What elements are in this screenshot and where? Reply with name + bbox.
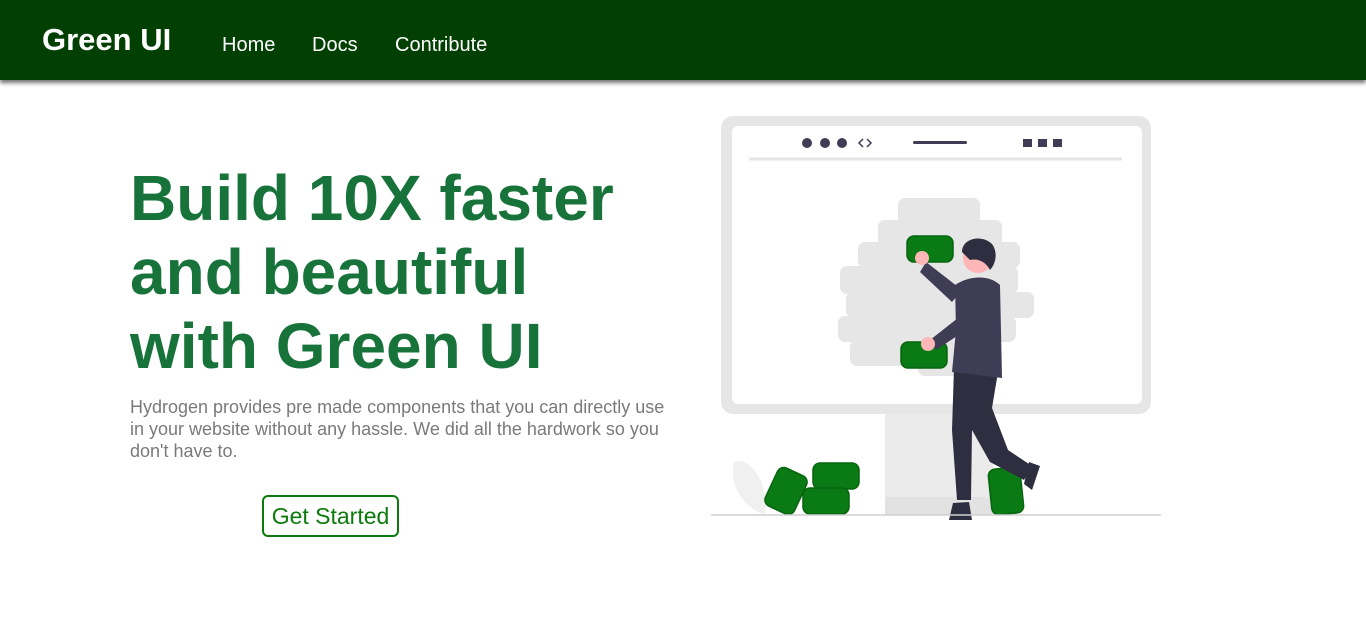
get-started-button[interactable]: Get Started [262,495,399,537]
headline-line-1: Build 10X faster [130,162,614,234]
developer-illustration [711,116,1161,520]
nav-link-docs[interactable]: Docs [312,33,358,57]
hero-subtitle: Hydrogen provides pre made components th… [130,397,665,461]
nav-link-home[interactable]: Home [222,33,275,57]
headline-line-3: with Green UI [130,310,543,382]
headline-line-2: and beautiful [130,236,529,308]
navbar: Green UI Home Docs Contribute [0,0,1366,80]
brand-logo[interactable]: Green UI [42,22,171,58]
nav-link-contribute[interactable]: Contribute [395,33,487,57]
hero-headline: Build 10X faster and beautiful with Gree… [130,161,614,383]
